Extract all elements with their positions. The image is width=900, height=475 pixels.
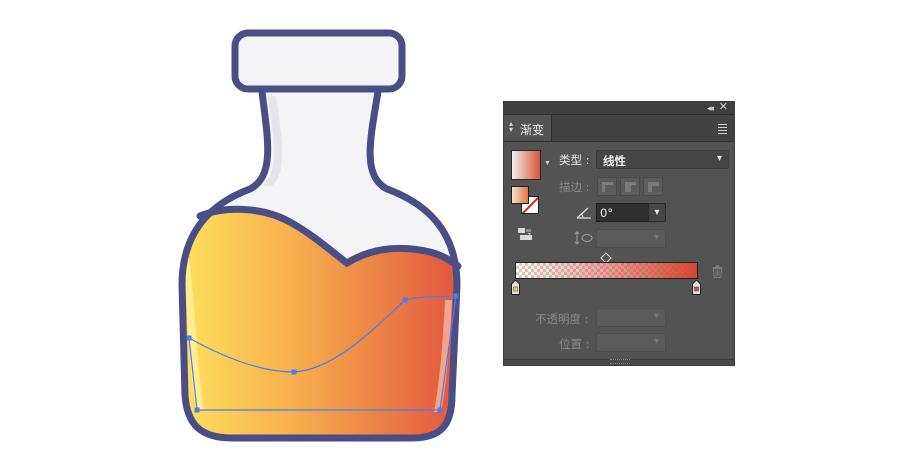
resize-grip[interactable] — [610, 359, 630, 364]
hamburger-menu-icon[interactable] — [718, 124, 727, 136]
stroke-across-button[interactable] — [643, 177, 663, 196]
bottle-cap[interactable] — [231, 29, 406, 93]
gradient-stop-right[interactable] — [692, 280, 701, 295]
stroke-within-button[interactable] — [597, 177, 617, 196]
anchor-point[interactable] — [291, 369, 297, 375]
double-chevron-left-icon[interactable]: ◂◂ — [707, 102, 714, 114]
chevron-down-icon: ▾ — [716, 153, 722, 164]
artwork-canvas[interactable] — [0, 0, 900, 475]
chevron-down-icon: ▾ — [653, 311, 659, 322]
location-select[interactable]: ▾ — [596, 333, 666, 352]
fill-stroke-indicator[interactable] — [511, 186, 543, 218]
anchor-point[interactable] — [186, 335, 192, 341]
type-select-value: 线性 — [603, 154, 626, 168]
anchor-point[interactable] — [453, 293, 459, 299]
angle-icon — [576, 207, 591, 219]
up-down-arrows-icon[interactable]: ▴ ▾ — [509, 120, 513, 134]
type-label: 类型 : — [559, 153, 590, 167]
anchor-point[interactable] — [437, 407, 443, 413]
tab-gradient[interactable]: ▴ ▾ 渐变 — [504, 115, 552, 141]
opacity-select[interactable]: ▾ — [596, 308, 666, 327]
angle-input[interactable]: 0° — [596, 203, 651, 222]
gradient-stop-left[interactable] — [511, 280, 520, 295]
stroke-along-button[interactable] — [620, 177, 640, 196]
panel-title-bar[interactable]: ◂◂ ✕ — [504, 101, 734, 115]
chevron-down-icon: ▾ — [653, 232, 659, 243]
aspect-ratio-icon — [574, 231, 593, 245]
anchor-point[interactable] — [402, 297, 408, 303]
location-label: 位置 : — [559, 337, 590, 351]
reverse-gradient-icon[interactable] — [518, 228, 534, 242]
fill-gradient-swatch[interactable] — [511, 186, 529, 204]
gradient-swatch[interactable] — [511, 150, 541, 180]
tab-gradient-label: 渐变 — [520, 123, 545, 137]
aspect-ratio-select[interactable]: ▾ — [596, 229, 666, 248]
chevron-down-icon[interactable]: ▼ — [544, 160, 551, 167]
close-x-icon[interactable]: ✕ — [719, 101, 728, 114]
chevron-down-icon: ▾ — [653, 336, 659, 347]
angle-dropdown-button[interactable]: ▾ — [648, 203, 666, 222]
anchor-point[interactable] — [194, 407, 200, 413]
stroke-label: 描边 : — [559, 180, 590, 194]
bottle[interactable] — [170, 29, 470, 450]
panel-tab-bar: ▴ ▾ 渐变 — [504, 115, 734, 142]
type-select[interactable]: 线性 ▾ — [596, 150, 729, 169]
trash-icon[interactable] — [712, 265, 723, 278]
opacity-label: 不透明度 : — [535, 312, 589, 326]
gradient-panel: ◂◂ ✕ ▴ ▾ 渐变 ▼ 类型 : 线性 ▾ 描边 : 0° ▾ ▾ 不透明度… — [503, 101, 735, 366]
gradient-slider[interactable] — [515, 262, 698, 279]
